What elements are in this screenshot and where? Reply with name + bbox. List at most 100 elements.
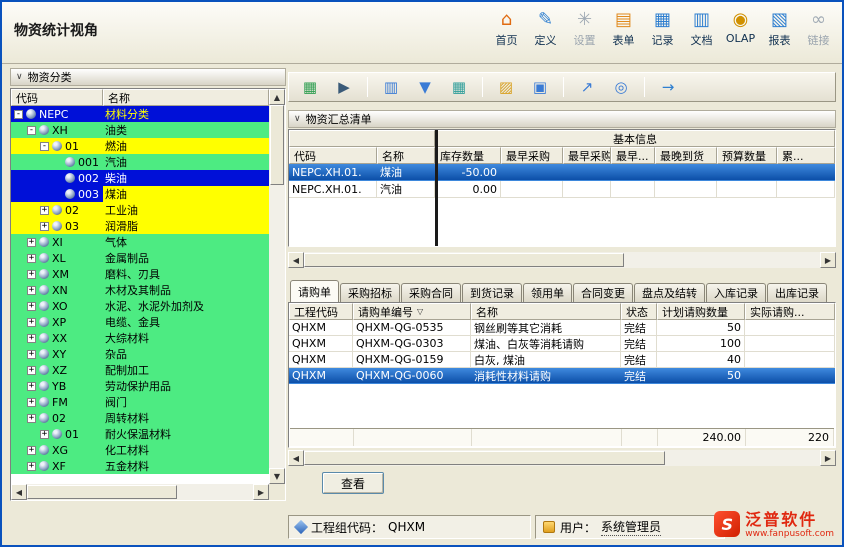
tree-row[interactable]: +FM阀门 (11, 394, 269, 410)
tree-row[interactable]: +XG化工材料 (11, 442, 269, 458)
tree-vertical-scrollbar[interactable]: ▲ ▼ (269, 89, 285, 484)
tab-采购招标[interactable]: 采购招标 (340, 283, 400, 302)
expand-icon[interactable]: + (27, 254, 36, 263)
summary-column-header[interactable]: 名称 (377, 147, 435, 164)
tree-row[interactable]: +XP电缆、金具 (11, 314, 269, 330)
scroll-down-button[interactable]: ▼ (269, 468, 285, 484)
tree-row[interactable]: +02周转材料 (11, 410, 269, 426)
scroll-track[interactable] (304, 252, 820, 268)
view-button[interactable]: 查看 (322, 472, 384, 494)
tree-row[interactable]: -01燃油 (11, 138, 269, 154)
open-folder-icon[interactable]: ▨ (495, 76, 517, 98)
scroll-thumb[interactable] (304, 451, 665, 465)
scroll-track[interactable] (269, 105, 285, 468)
expand-icon[interactable]: + (27, 334, 36, 343)
tree-panel-header[interactable]: ∨ 物资分类 (10, 68, 286, 86)
tree-row[interactable]: +01耐火保温材料 (11, 426, 269, 442)
table-icon[interactable]: ▦ (448, 76, 470, 98)
tree-row[interactable]: +XL金属制品 (11, 250, 269, 266)
tab-盘点及结转[interactable]: 盘点及结转 (634, 283, 705, 302)
summary-column-header[interactable]: 预算数量 (717, 147, 777, 164)
tree-row[interactable]: +XZ配制加工 (11, 362, 269, 378)
tree-row[interactable]: +02工业油 (11, 202, 269, 218)
expand-icon[interactable]: + (27, 286, 36, 295)
summary-section-header[interactable]: ∨ 物资汇总清单 (288, 110, 836, 128)
scroll-thumb[interactable] (270, 105, 284, 185)
summary-row[interactable]: NEPC.XH.01.汽油0.00 (289, 181, 835, 198)
detail-column-header[interactable]: 工程代码 (289, 303, 353, 320)
scroll-left-button[interactable]: ◀ (288, 450, 304, 466)
summary-column-header[interactable]: 最早... (611, 147, 655, 164)
scroll-thumb[interactable] (27, 485, 177, 499)
tab-请购单[interactable]: 请购单 (290, 280, 339, 302)
tree-row[interactable]: +XI气体 (11, 234, 269, 250)
summary-column-header[interactable]: 最早采购 (501, 147, 563, 164)
expand-icon[interactable]: + (27, 302, 36, 311)
summary-column-header[interactable]: 代码 (289, 147, 377, 164)
expand-icon[interactable]: + (40, 206, 49, 215)
nav-item-表单[interactable]: ▤表单 (604, 6, 643, 50)
tree-row[interactable]: 001汽油 (11, 154, 269, 170)
collapse-icon[interactable]: - (40, 142, 49, 151)
tab-出库记录[interactable]: 出库记录 (767, 283, 827, 302)
expand-icon[interactable]: + (27, 238, 36, 247)
expand-icon[interactable]: + (27, 446, 36, 455)
run-icon[interactable]: ▶ (333, 76, 355, 98)
nav-item-记录[interactable]: ▦记录 (643, 6, 682, 50)
expand-icon[interactable]: + (27, 270, 36, 279)
summary-grid-icon[interactable]: ▦ (299, 76, 321, 98)
tree-row[interactable]: +XX大综材料 (11, 330, 269, 346)
scroll-right-button[interactable]: ▶ (820, 450, 836, 466)
nav-item-报表[interactable]: ▧报表 (760, 6, 799, 50)
summary-column-header[interactable]: 库存数量 (435, 147, 501, 164)
detail-column-header[interactable]: 请购单编号▽ (353, 303, 471, 320)
expand-icon[interactable]: + (27, 366, 36, 375)
expand-icon[interactable]: + (27, 462, 36, 471)
scroll-right-button[interactable]: ▶ (253, 484, 269, 500)
tab-领用单[interactable]: 领用单 (523, 283, 572, 302)
columns-icon[interactable]: ▥ (380, 76, 402, 98)
tab-到货记录[interactable]: 到货记录 (462, 283, 522, 302)
expand-icon[interactable]: + (27, 414, 36, 423)
summary-column-header[interactable]: 最晚到货 (655, 147, 717, 164)
expand-icon[interactable]: + (27, 398, 36, 407)
nav-item-文档[interactable]: ▥文档 (682, 6, 721, 50)
scroll-left-button[interactable]: ◀ (11, 484, 27, 500)
detail-row[interactable]: QHXMQHXM-QG-0159白灰, 煤油完结40 (289, 352, 835, 368)
tree-column-code[interactable]: 代码 (11, 89, 103, 106)
detail-column-header[interactable]: 计划请购数量 (657, 303, 745, 320)
tree-row[interactable]: +XN木材及其制品 (11, 282, 269, 298)
tab-入库记录[interactable]: 入库记录 (706, 283, 766, 302)
scroll-thumb[interactable] (304, 253, 624, 267)
save-icon[interactable]: ▣ (529, 76, 551, 98)
tree-row[interactable]: +XO水泥、水泥外加剂及 (11, 298, 269, 314)
expand-icon[interactable]: + (27, 382, 36, 391)
tree-row[interactable]: 003煤油 (11, 186, 269, 202)
tab-采购合同[interactable]: 采购合同 (401, 283, 461, 302)
expand-icon[interactable]: + (40, 222, 49, 231)
filter-icon[interactable]: ▼ (414, 76, 436, 98)
detail-row[interactable]: QHXMQHXM-QG-0535钢丝刷等其它消耗完结50 (289, 320, 835, 336)
tree-column-name[interactable]: 名称 (103, 89, 269, 106)
tree-row[interactable]: -NEPC材料分类 (11, 106, 269, 122)
detail-row[interactable]: QHXMQHXM-QG-0303煤油、白灰等消耗请购完结100 (289, 336, 835, 352)
summary-horizontal-scrollbar[interactable]: ◀ ▶ (288, 252, 836, 268)
scroll-track[interactable] (304, 450, 820, 466)
export-icon[interactable]: ↗ (576, 76, 598, 98)
tree-row[interactable]: +XY杂品 (11, 346, 269, 362)
scroll-right-button[interactable]: ▶ (820, 252, 836, 268)
expand-icon[interactable]: + (27, 350, 36, 359)
tree-row[interactable]: 002柴油 (11, 170, 269, 186)
nav-item-首页[interactable]: ⌂首页 (487, 6, 526, 50)
detail-horizontal-scrollbar[interactable]: ◀ ▶ (288, 450, 836, 466)
scroll-left-button[interactable]: ◀ (288, 252, 304, 268)
summary-row[interactable]: NEPC.XH.01.煤油-50.00 (289, 164, 835, 181)
tab-合同变更[interactable]: 合同变更 (573, 283, 633, 302)
summary-column-header[interactable]: 最早采购 (563, 147, 611, 164)
expand-icon[interactable]: + (27, 318, 36, 327)
detail-column-header[interactable]: 状态 (621, 303, 657, 320)
collapse-icon[interactable]: - (14, 110, 23, 119)
detail-row[interactable]: QHXMQHXM-QG-0060消耗性材料请购完结50 (289, 368, 835, 384)
tree-row[interactable]: +YB劳动保护用品 (11, 378, 269, 394)
scroll-up-button[interactable]: ▲ (269, 89, 285, 105)
